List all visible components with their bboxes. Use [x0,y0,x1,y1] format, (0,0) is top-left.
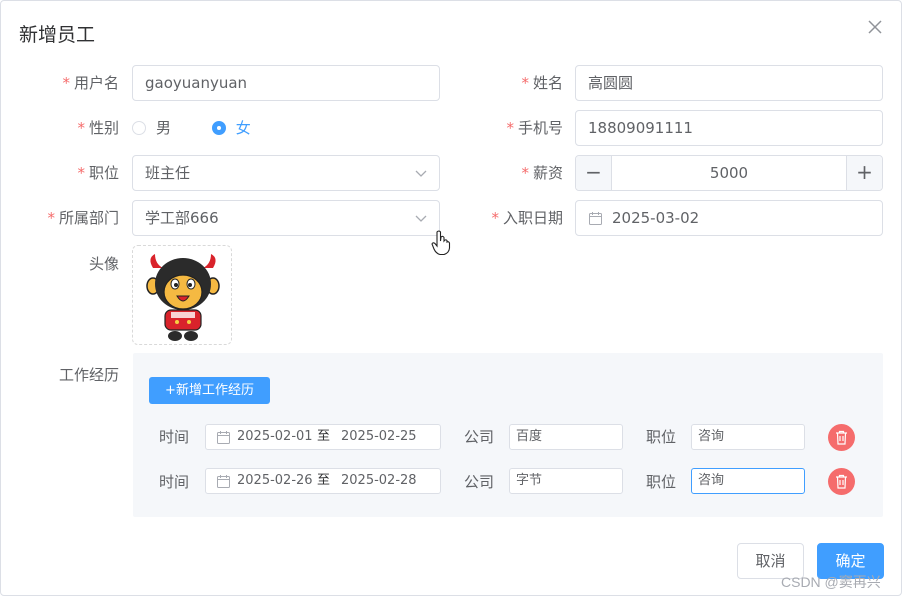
watermark: CSDN @窦再兴 [781,574,881,590]
avatar-label: 头像 [88,255,119,273]
exp-end-date: 2025-02-28 [341,473,417,488]
exp-end-date: 2025-02-25 [341,429,417,444]
hand-cursor-icon [431,230,451,256]
gender-radio-group: 男 女 [132,110,332,146]
exp-position-input[interactable]: 咨询 [691,424,805,450]
calendar-icon [589,212,602,225]
chevron-down-icon [415,170,427,177]
entry-date-label: * 入职日期 [491,209,563,227]
range-separator: 至 [317,473,331,488]
trash-icon [836,474,847,489]
department-label: * 所属部门 [47,209,119,227]
username-input[interactable]: gaoyuanyuan [132,65,440,101]
gender-radio-female[interactable]: 女 [211,119,251,137]
exp-position-input[interactable]: 咨询 [691,468,805,494]
exp-company-label: 公司 [464,473,495,491]
exp-start-date: 2025-02-26 [237,473,313,488]
name-label: * 姓名 [521,74,563,92]
salary-decrease-button[interactable]: − [576,156,612,190]
salary-increase-button[interactable]: + [846,156,882,190]
dialog-title: 新增员工 [19,24,96,46]
add-experience-button[interactable]: +新增工作经历 [149,377,270,404]
exp-time-range-picker[interactable]: 2025-02-26 至 2025-02-28 [205,468,441,494]
position-select[interactable]: 班主任 [132,155,440,191]
avatar-upload[interactable] [132,245,232,345]
radio-checked-icon [211,121,226,135]
gender-label: * 性别 [77,119,119,137]
gender-radio-male[interactable]: 男 [132,119,176,137]
exp-company-input[interactable]: 字节 [509,468,623,494]
trash-icon [836,430,847,445]
exp-delete-button[interactable] [828,424,855,451]
calendar-icon [217,431,230,444]
position-label: * 职位 [77,164,119,182]
salary-input[interactable]: 5000 [612,156,846,190]
exp-delete-button[interactable] [828,468,855,495]
name-input[interactable]: 高圆圆 [575,65,883,101]
experience-label: 工作经历 [58,366,119,384]
avatar-image [146,254,220,341]
exp-start-date: 2025-02-01 [237,429,313,444]
radio-circle-icon [132,121,146,135]
phone-label: * 手机号 [506,119,563,137]
close-icon[interactable] [865,17,885,37]
salary-stepper: − 5000 + [575,155,883,191]
entry-date-picker[interactable]: 2025-03-02 [575,200,883,236]
department-select[interactable]: 学工部666 [132,200,440,236]
exp-position-label: 职位 [646,473,677,491]
exp-time-range-picker[interactable]: 2025-02-01 至 2025-02-25 [205,424,441,450]
exp-company-input[interactable]: 百度 [509,424,623,450]
range-separator: 至 [317,429,331,444]
phone-input[interactable]: 18809091111 [575,110,883,146]
exp-time-label: 时间 [159,428,190,446]
calendar-icon [217,475,230,488]
exp-time-label: 时间 [159,473,190,491]
exp-position-label: 职位 [646,428,677,446]
chevron-down-icon [415,215,427,222]
exp-company-label: 公司 [464,428,495,446]
add-employee-dialog: 新增员工 * 用户名 gaoyuanyuan * 姓名 高圆圆 * 性别 男 女 * 手… [0,0,902,596]
salary-label: * 薪资 [521,164,563,182]
username-label: * 用户名 [62,74,119,92]
